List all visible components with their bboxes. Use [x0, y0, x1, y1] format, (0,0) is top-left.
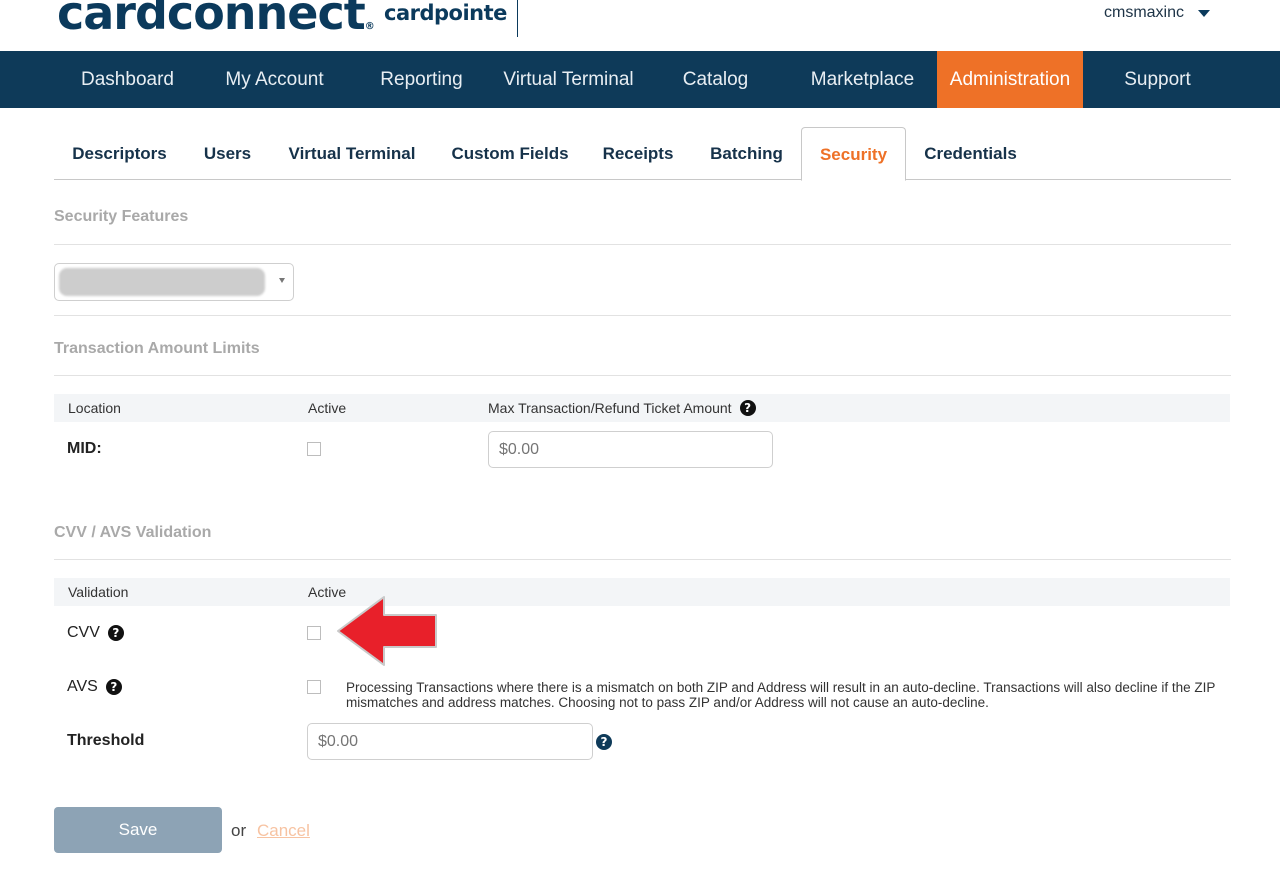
column-validation: Validation: [68, 584, 129, 600]
cardconnect-logo[interactable]: cardconnect®: [57, 0, 375, 54]
avs-label-text: AVS: [67, 678, 98, 695]
column-location: Location: [68, 400, 121, 416]
tab-credentials[interactable]: Credentials: [910, 127, 1031, 180]
logo-registered-mark: ®: [364, 21, 375, 32]
help-icon[interactable]: ?: [596, 734, 612, 750]
logo-divider: [517, 0, 518, 37]
nav-item-reporting[interactable]: Reporting: [349, 51, 494, 108]
mid-active-checkbox[interactable]: [307, 442, 321, 456]
column-max-amount: Max Transaction/Refund Ticket Amount ?: [488, 394, 756, 422]
amount-limits-table-header: Location Active Max Transaction/Refund T…: [54, 394, 1230, 422]
avs-description: Processing Transactions where there is a…: [346, 680, 1216, 710]
mid-label: MID:: [67, 440, 102, 457]
divider: [54, 559, 1231, 560]
divider: [54, 375, 1231, 376]
tab-descriptors[interactable]: Descriptors: [54, 127, 185, 180]
logo-main-text: cardconnect: [57, 0, 366, 40]
avs-label: AVS ?: [67, 678, 122, 696]
amount-limits-title: Transaction Amount Limits: [54, 340, 260, 357]
red-arrow-annotation: [337, 596, 437, 666]
nav-item-virtual-terminal[interactable]: Virtual Terminal: [496, 51, 641, 108]
nav-item-dashboard[interactable]: Dashboard: [55, 51, 200, 108]
help-icon[interactable]: ?: [739, 400, 756, 416]
main-nav: Dashboard My Account Reporting Virtual T…: [0, 51, 1280, 108]
validation-title: CVV / AVS Validation: [54, 524, 212, 541]
tab-users[interactable]: Users: [189, 127, 266, 180]
security-features-title: Security Features: [54, 208, 189, 225]
admin-tabs: Descriptors Users Virtual Terminal Custo…: [54, 127, 1231, 181]
chevron-down-icon: [1198, 9, 1210, 17]
threshold-label: Threshold: [67, 732, 145, 749]
tab-batching[interactable]: Batching: [694, 127, 799, 180]
nav-item-my-account[interactable]: My Account: [202, 51, 347, 108]
cardpointe-logo[interactable]: cardpointe: [384, 0, 507, 26]
validation-table-header: Validation Active: [54, 578, 1230, 606]
user-name: cmsmaxinc: [1103, 4, 1184, 21]
max-amount-input[interactable]: [488, 431, 773, 468]
avs-active-checkbox[interactable]: [307, 680, 321, 694]
redacted-value: [59, 268, 265, 296]
cvv-active-checkbox[interactable]: [307, 626, 321, 640]
cvv-label: CVV ?: [67, 624, 124, 642]
help-icon[interactable]: ?: [105, 679, 122, 695]
app-header: cardconnect® cardpointe cmsmaxinc: [0, 0, 1280, 50]
tab-security[interactable]: Security: [801, 127, 906, 181]
divider: [54, 315, 1231, 316]
cvv-label-text: CVV: [67, 624, 100, 641]
threshold-input[interactable]: [307, 723, 593, 760]
nav-item-marketplace[interactable]: Marketplace: [790, 51, 935, 108]
help-icon[interactable]: ?: [107, 625, 124, 641]
caret-down-icon: [279, 278, 285, 283]
save-button[interactable]: Save: [54, 807, 222, 853]
divider: [54, 244, 1231, 245]
user-menu[interactable]: cmsmaxinc: [1104, 4, 1210, 22]
nav-item-support[interactable]: Support: [1085, 51, 1230, 108]
tab-receipts[interactable]: Receipts: [586, 127, 690, 180]
nav-item-administration[interactable]: Administration: [937, 51, 1083, 108]
or-text: or: [231, 821, 247, 840]
tab-custom-fields[interactable]: Custom Fields: [438, 127, 582, 180]
tab-virtual-terminal[interactable]: Virtual Terminal: [270, 127, 434, 180]
security-features-select[interactable]: [54, 263, 294, 301]
nav-item-catalog[interactable]: Catalog: [643, 51, 788, 108]
column-max-amount-label: Max Transaction/Refund Ticket Amount: [488, 400, 732, 416]
column-active: Active: [308, 400, 347, 416]
cancel-link[interactable]: Cancel: [257, 821, 310, 841]
